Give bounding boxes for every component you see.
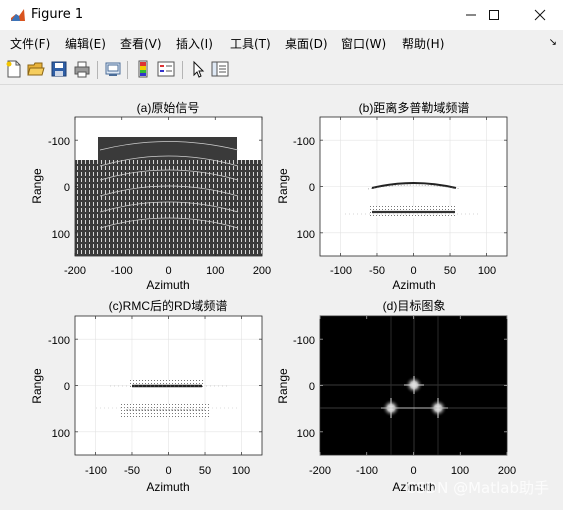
- plot-a-xlabel: Azimuth: [146, 278, 189, 292]
- figure-canvas: (a)原始信号 Azimuth Range -200 -100 0 100 20…: [0, 88, 563, 506]
- plot-a-xtick: -100: [111, 265, 133, 277]
- plot-a-title: (a)原始信号: [137, 101, 200, 115]
- plot-b-xtick: -50: [369, 265, 385, 277]
- plot-d-xtick: -200: [309, 465, 331, 477]
- menu-view[interactable]: 查看(V): [120, 35, 162, 52]
- plot-a-xtick: 200: [253, 265, 271, 277]
- plot-d-ytick: -100: [293, 335, 315, 347]
- plot-c-ytick: 0: [64, 381, 70, 393]
- open-folder-icon[interactable]: [27, 60, 45, 78]
- plot-c-xtick: 100: [232, 465, 250, 477]
- menu-file[interactable]: 文件(F): [10, 35, 50, 52]
- property-inspector-icon[interactable]: [211, 60, 229, 78]
- plot-c-xtick: 50: [199, 465, 211, 477]
- plot-c-xtick: -50: [124, 465, 140, 477]
- plot-a-xtick: -200: [64, 265, 86, 277]
- toolbar-separator: [127, 61, 128, 79]
- plot-d-xtick: 200: [498, 465, 516, 477]
- insert-legend-icon[interactable]: [157, 60, 175, 78]
- link-plot-icon[interactable]: [104, 60, 122, 78]
- plot-a-xtick: 100: [206, 265, 224, 277]
- new-figure-icon[interactable]: [5, 60, 23, 78]
- matlab-app-icon: [10, 7, 26, 23]
- toolbar-separator: [97, 61, 98, 79]
- plot-b-xlabel: Azimuth: [392, 278, 435, 292]
- toolbar-separator: [182, 61, 183, 79]
- plot-a-ylabel: Range: [30, 168, 44, 204]
- plot-c-ylabel: Range: [30, 368, 44, 404]
- plot-b-xtick: 0: [410, 265, 416, 277]
- dock-arrow-icon[interactable]: ↘: [549, 37, 557, 48]
- plot-c-title: (c)RMC后的RD域频谱: [109, 298, 228, 313]
- menu-tools[interactable]: 工具(T): [230, 35, 271, 52]
- plot-d-title: (d)目标图象: [383, 299, 446, 313]
- plot-c-xtick: -100: [85, 465, 107, 477]
- plot-d[interactable]: (d)目标图象 Azimuth Range -200 -100 0 100 20…: [276, 299, 516, 494]
- plot-a-ytick: -100: [48, 136, 70, 148]
- plot-b-xtick: 100: [478, 265, 496, 277]
- plot-a-signal: [75, 137, 262, 256]
- menu-desktop[interactable]: 桌面(D): [285, 35, 328, 52]
- plot-d-xtick: 0: [410, 465, 416, 477]
- title-bar: Figure 1: [0, 0, 563, 30]
- plot-b-xtick: -100: [330, 265, 352, 277]
- plot-a-xtick: 0: [165, 265, 171, 277]
- plot-c-xtick: 0: [165, 465, 171, 477]
- plot-c-xlabel: Azimuth: [146, 480, 189, 494]
- plot-b-xtick: 50: [444, 265, 456, 277]
- figure-svg: (a)原始信号 Azimuth Range -200 -100 0 100 20…: [30, 100, 516, 494]
- menu-window[interactable]: 窗口(W): [341, 35, 386, 52]
- plot-d-ytick: 0: [309, 381, 315, 393]
- plot-b-ylabel: Range: [276, 168, 290, 204]
- plot-a-ytick: 100: [52, 229, 70, 241]
- close-button[interactable]: [517, 0, 563, 30]
- menu-help[interactable]: 帮助(H): [402, 35, 444, 52]
- toolbar: [0, 56, 563, 85]
- plot-b-ytick: 0: [309, 182, 315, 194]
- menu-edit[interactable]: 编辑(E): [65, 35, 106, 52]
- plot-a[interactable]: (a)原始信号 Azimuth Range -200 -100 0 100 20…: [30, 101, 271, 292]
- plot-b[interactable]: (b)距离多普勒域频谱 Azimuth Range -100 -50 0 50 …: [276, 100, 508, 292]
- plot-c-ytick: -100: [48, 335, 70, 347]
- maximize-icon: [489, 10, 499, 20]
- plot-b-ytick: 100: [297, 229, 315, 241]
- watermark: CSDN @Matlab助手: [405, 479, 549, 497]
- menu-bar: 文件(F) 编辑(E) 查看(V) 插入(I) 工具(T) 桌面(D) 窗口(W…: [0, 30, 563, 54]
- save-icon[interactable]: [50, 60, 68, 78]
- plot-d-xtick: -100: [356, 465, 378, 477]
- plot-d-ylabel: Range: [276, 368, 290, 404]
- plot-d-xtick: 100: [451, 465, 469, 477]
- menu-insert[interactable]: 插入(I): [176, 35, 213, 52]
- plot-a-ytick: 0: [64, 182, 70, 194]
- plot-b-title: (b)距离多普勒域频谱: [359, 100, 470, 115]
- close-icon: [534, 9, 546, 21]
- window-title: Figure 1: [31, 7, 84, 22]
- plot-d-ytick: 100: [297, 428, 315, 440]
- pointer-icon[interactable]: [189, 60, 207, 78]
- plot-b-ytick: -100: [293, 136, 315, 148]
- insert-colorbar-icon[interactable]: [134, 60, 152, 78]
- print-icon[interactable]: [73, 60, 91, 78]
- plot-c-ytick: 100: [52, 428, 70, 440]
- plot-c[interactable]: (c)RMC后的RD域频谱 Azimuth Range -100 -50 0 5…: [30, 298, 263, 494]
- maximize-button[interactable]: [471, 0, 517, 30]
